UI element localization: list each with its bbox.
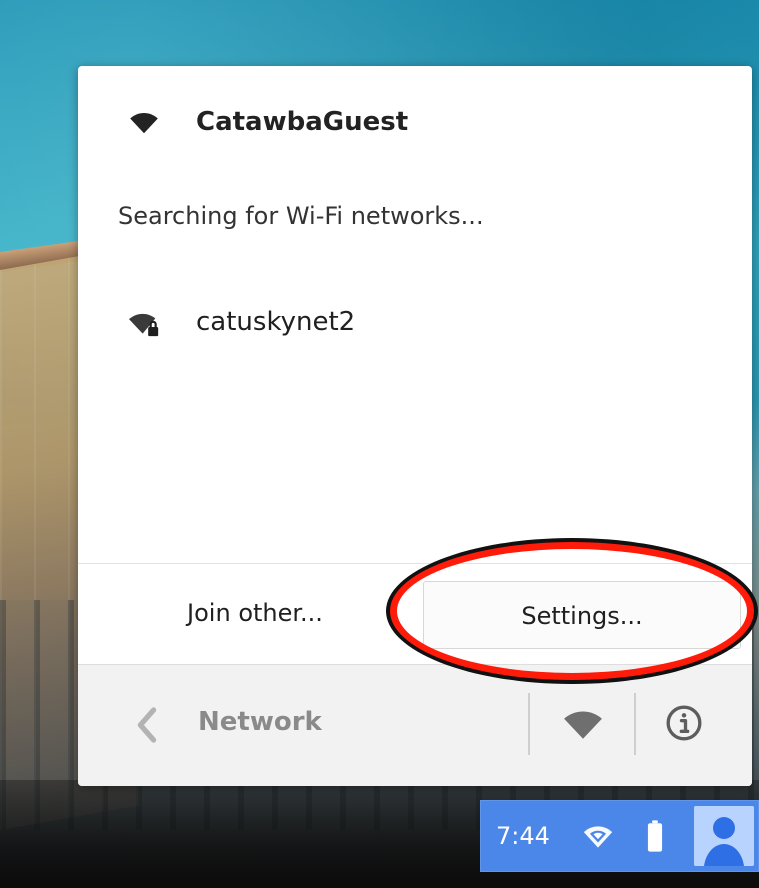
wifi-icon bbox=[124, 102, 164, 142]
chevron-left-icon[interactable] bbox=[126, 700, 166, 750]
searching-status-text: Searching for Wi-Fi networks... bbox=[118, 202, 484, 230]
info-icon[interactable] bbox=[662, 701, 706, 745]
wifi-icon[interactable] bbox=[556, 703, 610, 745]
wifi-icon bbox=[580, 820, 616, 852]
footer-title: Network bbox=[198, 707, 322, 737]
network-item-name: catuskynet2 bbox=[196, 307, 356, 337]
footer-separator bbox=[634, 693, 636, 755]
wifi-lock-icon bbox=[124, 302, 164, 342]
network-footer-bar: Network bbox=[78, 664, 752, 786]
settings-button[interactable]: Settings... bbox=[423, 581, 741, 649]
join-other-button[interactable]: Join other... bbox=[180, 593, 330, 633]
connected-network-name: CatawbaGuest bbox=[196, 107, 409, 137]
battery-icon bbox=[646, 819, 664, 853]
network-menu-panel: CatawbaGuest Searching for Wi-Fi network… bbox=[78, 66, 752, 786]
avatar-icon[interactable] bbox=[694, 806, 754, 866]
network-button-row: Join other... Settings... bbox=[78, 563, 752, 661]
system-status-area[interactable]: 7:44 bbox=[480, 800, 759, 872]
footer-separator bbox=[528, 693, 530, 755]
clock-text: 7:44 bbox=[496, 822, 550, 850]
connected-network-row[interactable]: CatawbaGuest bbox=[78, 98, 752, 146]
network-item-catuskynet2[interactable]: catuskynet2 bbox=[78, 298, 752, 346]
